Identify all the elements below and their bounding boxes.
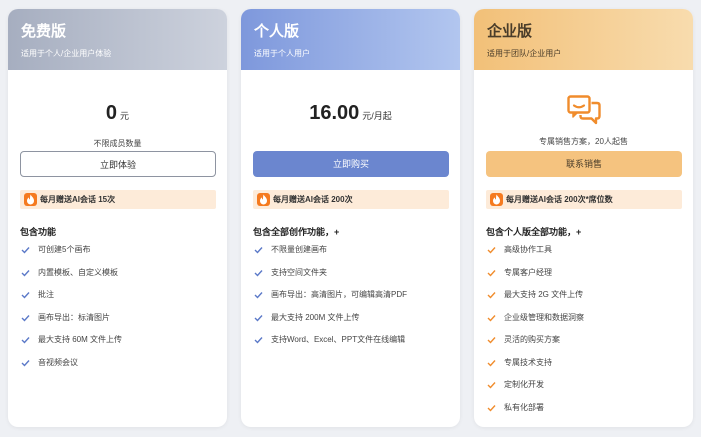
- plan-title: 企业版: [487, 23, 533, 40]
- price-unit: 元/月起: [362, 111, 392, 121]
- check-icon: [487, 314, 496, 322]
- price-value: 16.00: [309, 102, 360, 124]
- feature-item: 灵活的购买方案: [486, 335, 584, 358]
- check-icon: [21, 314, 30, 322]
- feature-item: 批注: [20, 290, 122, 313]
- feature-item: 音视频会议: [20, 358, 122, 381]
- plan-card-personal: 个人版 适用于个人用户 16.00 元/月起 立即购买 每月赠送AI会话 200次…: [241, 9, 460, 427]
- check-icon: [487, 269, 496, 277]
- feature-item: 最大支持 2G 文件上传: [486, 290, 584, 313]
- plan-title: 免费版: [21, 23, 67, 40]
- fire-icon: [490, 193, 503, 206]
- features-list: 不限量创建画布 支持空间文件夹 画布导出：高清图片，可编辑高清PDF 最大支持 …: [253, 245, 407, 358]
- chat-bubbles-icon: [566, 95, 601, 125]
- feature-item: 最大支持 60M 文件上传: [20, 335, 122, 358]
- check-icon: [21, 269, 30, 277]
- check-icon: [21, 337, 30, 344]
- check-icon: [254, 247, 263, 254]
- features-title: 包含个人版全部功能，+: [486, 227, 582, 237]
- features-title: 包含功能: [20, 227, 57, 237]
- feature-item: 支持Word、Excel、PPT文件在线编辑: [253, 335, 407, 358]
- check-icon: [487, 359, 496, 367]
- check-icon: [487, 382, 496, 389]
- plan-card-free: 免费版 适用于个人/企业用户体验 0元 不限成员数量 立即体验 每月赠送AI会话…: [8, 9, 227, 427]
- ai-bonus-text: 每月赠送AI会话 15次: [40, 195, 116, 204]
- check-icon: [254, 314, 263, 322]
- feature-item: 私有化部署: [486, 403, 584, 426]
- ai-bonus-text: 每月赠送AI会话 200次*席位数: [506, 195, 613, 204]
- price-note: 专属销售方案，20人起售: [539, 137, 628, 146]
- features-list: 高级协作工具 专属客户经理 最大支持 2G 文件上传 企业级管理和数据洞察 灵活…: [486, 245, 584, 425]
- feature-item: 支持空间文件夹: [253, 268, 407, 291]
- feature-item: 可创建5个画布: [20, 245, 122, 268]
- plan-header: 企业版 适用于团队/企业用户: [474, 9, 693, 70]
- plan-subtitle: 适用于个人/企业用户体验: [21, 49, 112, 58]
- features-list: 可创建5个画布 内置模板、自定义模板 批注 画布导出：标清图片 最大支持 60M…: [20, 245, 122, 380]
- check-icon: [487, 404, 496, 412]
- price-area: 16.00 元/月起: [241, 70, 460, 154]
- features-title: 包含全部创作功能，+: [253, 227, 340, 237]
- feature-item: 最大支持 200M 文件上传: [253, 313, 407, 336]
- ai-bonus-banner: 每月赠送AI会话 200次*席位数: [486, 190, 682, 209]
- check-icon: [487, 337, 496, 344]
- price-unit: 元: [120, 111, 130, 121]
- check-icon: [487, 247, 496, 254]
- fire-icon: [257, 193, 270, 206]
- ai-bonus-banner: 每月赠送AI会话 200次: [253, 190, 449, 209]
- feature-item: 内置模板、自定义模板: [20, 268, 122, 291]
- feature-item: 不限量创建画布: [253, 245, 407, 268]
- contact-sales-button[interactable]: 联系销售: [486, 151, 682, 177]
- feature-item: 专属技术支持: [486, 358, 584, 381]
- feature-item: 专属客户经理: [486, 268, 584, 291]
- plan-subtitle: 适用于团队/企业用户: [487, 49, 562, 58]
- fire-icon: [24, 193, 37, 206]
- check-icon: [21, 292, 30, 299]
- try-now-button[interactable]: 立即体验: [20, 151, 216, 177]
- check-icon: [254, 337, 263, 344]
- ai-bonus-text: 每月赠送AI会话 200次: [273, 195, 353, 204]
- check-icon: [21, 359, 30, 367]
- plan-header: 个人版 适用于个人用户: [241, 9, 460, 70]
- plan-title: 个人版: [254, 23, 300, 40]
- feature-item: 定制化开发: [486, 380, 584, 403]
- check-icon: [487, 292, 496, 299]
- feature-item: 企业级管理和数据洞察: [486, 313, 584, 336]
- ai-bonus-banner: 每月赠送AI会话 15次: [20, 190, 216, 209]
- price-note: 不限成员数量: [93, 139, 142, 148]
- plan-header: 免费版 适用于个人/企业用户体验: [8, 9, 227, 70]
- price-area: 专属销售方案，20人起售: [474, 70, 693, 154]
- plan-subtitle: 适用于个人用户: [254, 49, 310, 58]
- price-area: 0元 不限成员数量: [8, 70, 227, 154]
- price-value: 0: [105, 102, 118, 124]
- check-icon: [21, 247, 30, 254]
- plan-card-enterprise: 企业版 适用于团队/企业用户 专属销售方案，20人起售 联系销售 每月赠送AI会…: [474, 9, 693, 427]
- feature-item: 高级协作工具: [486, 245, 584, 268]
- check-icon: [254, 269, 263, 277]
- check-icon: [254, 292, 263, 299]
- feature-item: 画布导出：高清图片，可编辑高清PDF: [253, 290, 407, 313]
- feature-item: 画布导出：标清图片: [20, 313, 122, 336]
- buy-now-button[interactable]: 立即购买: [253, 151, 449, 177]
